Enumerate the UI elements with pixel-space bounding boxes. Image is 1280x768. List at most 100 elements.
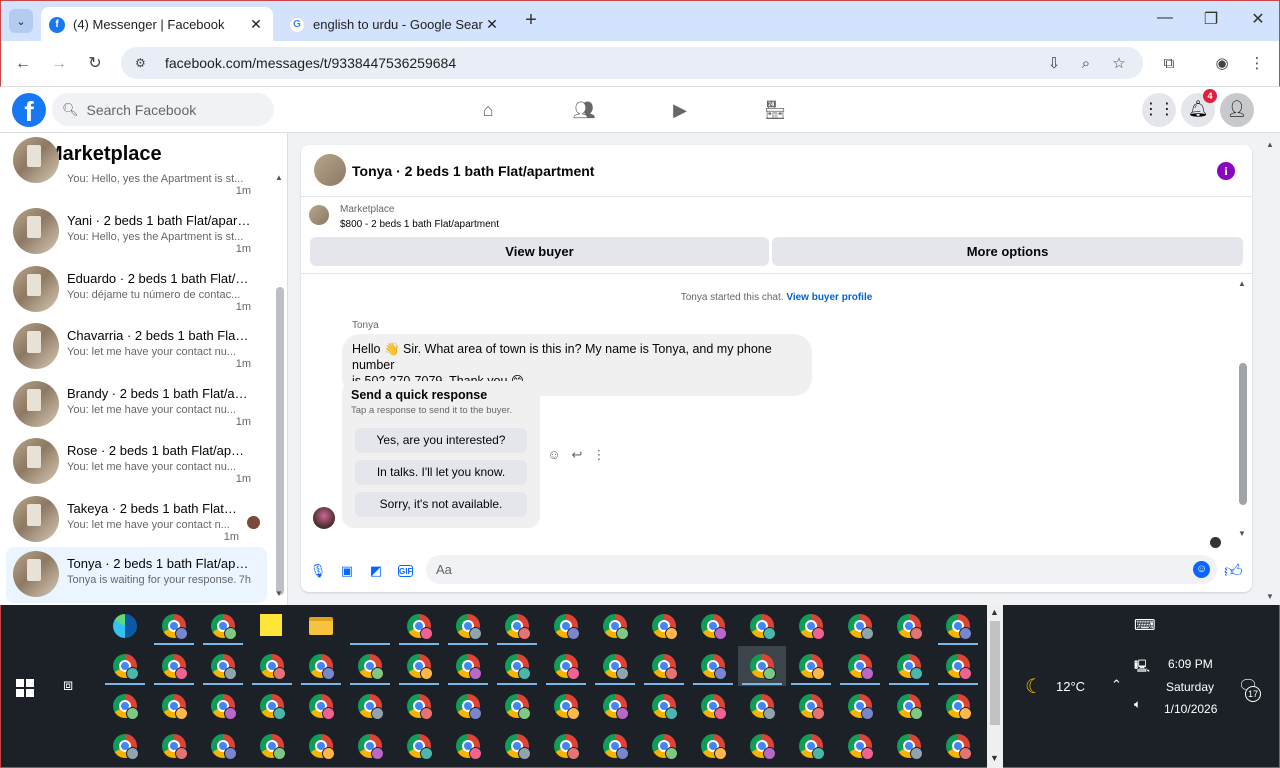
back-icon[interactable]: ← (12, 53, 34, 75)
scroll-up-arrow-icon[interactable]: ▲ (990, 607, 999, 617)
taskbar-chrome-window[interactable] (248, 726, 296, 766)
message-input[interactable]: Aa (426, 555, 1217, 584)
taskbar-chrome-window[interactable] (787, 726, 835, 766)
close-icon[interactable]: ✕ (247, 16, 265, 33)
menu-grid-icon[interactable]: ⋮⋮ (1142, 93, 1176, 127)
scroll-down-arrow-icon[interactable]: ▼ (275, 589, 283, 598)
taskbar-chrome-window[interactable] (787, 686, 835, 726)
conversation-list-scrollbar[interactable]: ▲ ▼ (275, 173, 284, 603)
taskbar-app-edge[interactable] (101, 606, 149, 646)
scroll-thumb[interactable] (990, 621, 1000, 725)
taskbar-chrome-window[interactable] (297, 726, 345, 766)
taskbar-chrome-window[interactable] (689, 726, 737, 766)
taskbar-chrome-window[interactable] (640, 606, 688, 646)
taskbar-chrome-window[interactable] (542, 646, 590, 686)
scroll-thumb[interactable] (276, 287, 284, 595)
reload-icon[interactable]: ↻ (84, 53, 106, 75)
install-app-icon[interactable]: ⇩ (1043, 53, 1065, 75)
taskbar-chrome-window[interactable] (346, 726, 394, 766)
taskbar-chrome-window[interactable] (444, 606, 492, 646)
close-window-button[interactable]: ✕ (1246, 9, 1270, 29)
taskbar-chrome-window[interactable] (444, 686, 492, 726)
taskbar-chrome-window[interactable] (101, 646, 149, 686)
task-view-icon[interactable]: ⧈ (63, 677, 73, 695)
info-icon[interactable]: i (1217, 162, 1235, 180)
tab-messenger[interactable]: f (4) Messenger | Facebook ✕ (41, 7, 273, 42)
taskbar-chrome-window[interactable] (738, 686, 786, 726)
forward-icon[interactable]: → (48, 53, 70, 75)
taskbar-chrome-window[interactable] (150, 726, 198, 766)
more-actions-icon[interactable]: ⋮ (591, 447, 607, 463)
quick-reply-button[interactable]: Yes, are you interested? (355, 428, 527, 453)
view-buyer-profile-link[interactable]: View buyer profile (786, 292, 872, 303)
profile-icon[interactable]: ◉ (1211, 53, 1233, 75)
taskbar-chrome-window[interactable] (199, 686, 247, 726)
taskbar-chrome-window[interactable] (542, 606, 590, 646)
react-emoji-icon[interactable]: ☺ (546, 447, 562, 463)
page-scroll-up-icon[interactable]: ▲ (1266, 140, 1274, 149)
tab-search-dropdown[interactable]: ⌄ (9, 9, 33, 33)
clock-time[interactable]: 6:09 PM (1168, 657, 1213, 671)
taskbar-chrome-window[interactable] (493, 726, 541, 766)
taskbar-chrome-window[interactable] (297, 646, 345, 686)
show-hidden-icons-chevron-icon[interactable]: ⌃ (1111, 677, 1122, 693)
taskbar-chrome-window[interactable] (689, 686, 737, 726)
taskbar-chrome-window[interactable] (591, 606, 639, 646)
taskbar-chrome-window[interactable] (591, 646, 639, 686)
taskbar-app-sticky[interactable] (248, 606, 296, 646)
conversation-item[interactable]: Yani · 2 beds 1 bath Flat/apartm... You:… (6, 204, 267, 260)
taskbar-chrome-window[interactable] (199, 726, 247, 766)
taskbar-chrome-window[interactable] (885, 726, 933, 766)
taskbar-chrome-window[interactable] (444, 726, 492, 766)
taskbar-chrome-window[interactable] (885, 686, 933, 726)
extensions-icon[interactable]: ⧉ (1158, 53, 1180, 75)
taskbar-chrome-window[interactable] (738, 646, 786, 686)
meet-now-icon[interactable]: ⌨ (1134, 616, 1156, 634)
quick-reply-button[interactable]: Sorry, it's not available. (355, 492, 527, 517)
scroll-up-arrow-icon[interactable]: ▲ (1238, 279, 1246, 288)
taskbar-chrome-window[interactable] (836, 646, 884, 686)
friends-icon[interactable]: 👥︎ (571, 97, 597, 123)
taskbar-chrome-window[interactable] (640, 646, 688, 686)
taskbar-app-folder[interactable] (297, 606, 345, 646)
taskbar-chrome-window[interactable] (934, 606, 982, 646)
taskbar-chrome-window[interactable] (101, 686, 149, 726)
taskbar-chrome-window[interactable] (934, 646, 982, 686)
taskbar-chrome-window[interactable] (493, 686, 541, 726)
windows-start-icon[interactable] (16, 679, 34, 697)
video-icon[interactable]: ▶ (667, 97, 693, 123)
taskbar-scrollbar[interactable]: ▲ ▼ (987, 605, 1003, 768)
sticker-icon[interactable]: ◩ (366, 561, 386, 581)
taskbar-chrome-window[interactable] (689, 646, 737, 686)
photo-icon[interactable]: ▣ (337, 561, 357, 581)
new-tab-button[interactable]: + (519, 9, 543, 32)
taskbar-chrome-window[interactable] (395, 646, 443, 686)
volume-icon[interactable]: 🔈︎ (1134, 697, 1141, 712)
conversation-item[interactable]: Brandy · 2 beds 1 bath Flat/apar... You:… (6, 377, 267, 433)
view-buyer-button[interactable]: View buyer (310, 237, 769, 266)
taskbar-chrome-window[interactable] (199, 646, 247, 686)
taskbar-chrome-window[interactable] (689, 606, 737, 646)
chat-title[interactable]: Tonya · 2 beds 1 bath Flat/apartment (352, 163, 594, 179)
scroll-thumb[interactable] (1239, 363, 1247, 505)
taskbar-chrome-window[interactable] (101, 726, 149, 766)
taskbar-chrome-window[interactable] (150, 646, 198, 686)
taskbar-chrome-window[interactable] (297, 686, 345, 726)
taskbar-app-snip[interactable] (346, 606, 394, 646)
taskbar-chrome-window[interactable] (934, 726, 982, 766)
taskbar-chrome-window[interactable] (591, 686, 639, 726)
zoom-icon[interactable]: ⌕ (1075, 53, 1097, 75)
clock-date[interactable]: 1/10/2026 (1164, 702, 1217, 716)
scroll-down-arrow-icon[interactable]: ▼ (990, 753, 999, 763)
taskbar-chrome-window[interactable] (836, 686, 884, 726)
gif-icon[interactable]: GIF (398, 565, 413, 577)
thumbs-up-icon[interactable]: 👍︎ (1224, 560, 1243, 582)
marketplace-icon[interactable]: 🏪︎ (762, 97, 788, 123)
taskbar-chrome-window[interactable] (444, 646, 492, 686)
taskbar-chrome-window[interactable] (395, 726, 443, 766)
network-icon[interactable]: 🖳︎ (1134, 657, 1150, 678)
scroll-up-arrow-icon[interactable]: ▲ (275, 173, 283, 182)
minimize-button[interactable]: — (1153, 9, 1177, 27)
tab-google-search[interactable]: G english to urdu - Google Search ✕ (281, 7, 509, 42)
bookmark-star-icon[interactable]: ☆ (1108, 53, 1130, 75)
